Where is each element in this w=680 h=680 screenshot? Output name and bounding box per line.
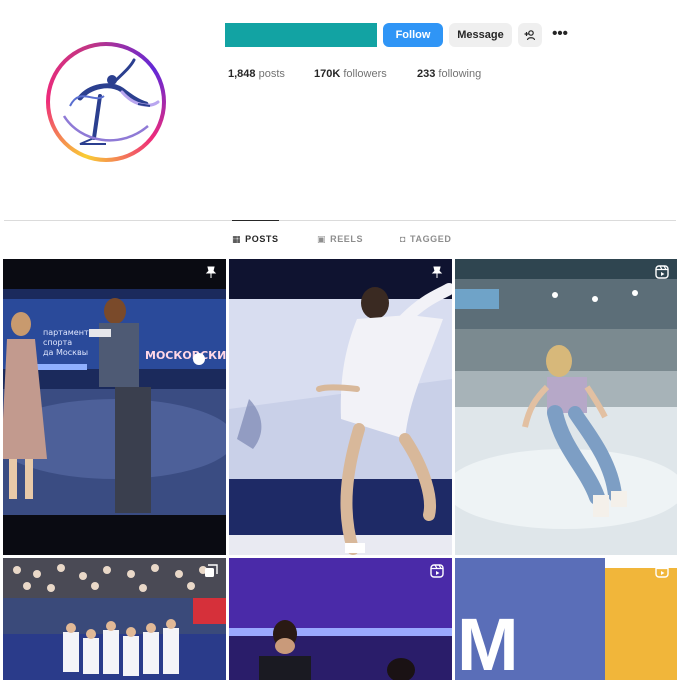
reel-icon xyxy=(655,564,669,578)
tab-reels[interactable]: ▣ REELS xyxy=(317,221,363,257)
tab-reels-label: REELS xyxy=(330,234,364,244)
followers-count: 170K xyxy=(314,68,341,80)
tab-tagged-label: TAGGED xyxy=(410,234,452,244)
grid-post[interactable] xyxy=(229,259,452,555)
more-options-button[interactable]: ••• xyxy=(548,23,572,47)
grid-post[interactable]: партамент спорта да Москвы МОСКОВСКИЙ СП… xyxy=(3,259,226,555)
pin-icon xyxy=(431,266,443,278)
followers-label: followers xyxy=(343,68,387,80)
banner-text-line-3: да Москвы xyxy=(43,348,88,357)
posts-count: 1,848 xyxy=(228,68,256,80)
grid-post[interactable]: M xyxy=(455,558,677,680)
reels-icon: ▣ xyxy=(317,234,327,244)
tab-posts[interactable]: ▦ POSTS xyxy=(232,220,279,257)
tab-posts-label: POSTS xyxy=(245,234,279,244)
following-stat[interactable]: 233 following xyxy=(417,68,481,80)
grid-post[interactable] xyxy=(455,259,677,555)
tagged-icon: ◘ xyxy=(400,234,407,244)
profile-avatar[interactable] xyxy=(46,42,166,162)
follow-button[interactable]: Follow xyxy=(383,23,443,47)
add-person-icon xyxy=(524,30,536,41)
tab-tagged[interactable]: ◘ TAGGED xyxy=(400,221,451,257)
reel-icon xyxy=(655,265,669,279)
message-button[interactable]: Message xyxy=(449,23,512,47)
grid-icon: ▦ xyxy=(232,234,242,244)
following-label: following xyxy=(438,68,482,80)
posts-stat: 1,848 posts xyxy=(228,68,285,80)
avatar-image xyxy=(50,46,162,158)
banner-text-line-2: спорта xyxy=(43,338,72,347)
reel-icon xyxy=(430,564,444,578)
carousel-icon xyxy=(205,564,218,577)
suggest-accounts-button[interactable] xyxy=(518,23,542,47)
grid-post[interactable] xyxy=(229,558,452,680)
board-letter: M xyxy=(457,603,519,680)
username-redacted xyxy=(225,23,377,47)
posts-label: posts xyxy=(258,68,285,80)
banner-text-line-1: партамент xyxy=(43,328,89,337)
banner-text-big: МОСКОВСКИЙ СПОРТ xyxy=(145,349,226,362)
grid-post[interactable] xyxy=(3,558,226,680)
followers-stat[interactable]: 170K followers xyxy=(314,68,387,80)
pin-icon xyxy=(205,266,217,278)
following-count: 233 xyxy=(417,68,436,80)
